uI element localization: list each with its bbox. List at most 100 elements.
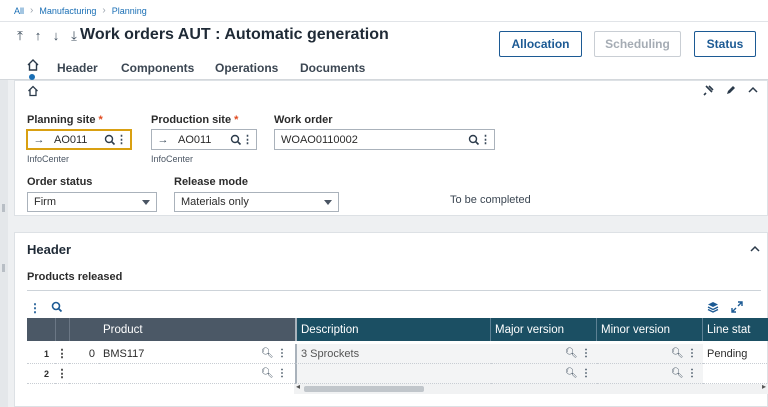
production-site-label: Production site * [151, 114, 239, 126]
search-icon[interactable]: 🔍︎ [565, 368, 578, 379]
card-toolbar [703, 84, 759, 96]
chevron-right-icon: › [30, 5, 34, 16]
scroll-left-icon[interactable]: ◂ [296, 382, 300, 391]
home-icon[interactable] [26, 58, 40, 72]
major-version-cell[interactable]: 🔍︎ ⋮ [491, 364, 597, 384]
completion-status-text: To be completed [450, 194, 531, 206]
column-major-version[interactable]: Major version [491, 318, 597, 341]
product-cell[interactable]: BMS117 🔍︎ ⋮ [99, 344, 295, 364]
tab-components[interactable]: Components [121, 61, 194, 75]
production-site-field[interactable]: → AO011 ⋮ [151, 129, 257, 150]
arrow-right-icon[interactable]: → [156, 134, 170, 146]
more-icon[interactable]: ⋮ [277, 348, 287, 359]
last-record-icon[interactable]: ⤓ [68, 28, 80, 44]
subsection-title: Products released [27, 271, 123, 283]
side-panel-edge [0, 80, 8, 407]
previous-record-icon[interactable]: ↑ [32, 28, 44, 44]
search-icon[interactable]: 🔍︎ [565, 348, 578, 359]
grid-toolbar-right [707, 301, 743, 313]
search-icon[interactable]: 🔍︎ [671, 348, 684, 359]
search-icon[interactable] [468, 134, 480, 146]
chevron-up-icon[interactable] [747, 84, 759, 96]
work-order-field[interactable]: WOAO0110002 ⋮ [274, 129, 495, 150]
breadcrumb: All › Manufacturing › Planning [0, 0, 768, 22]
resize-handle[interactable] [2, 204, 5, 212]
tab-header[interactable]: Header [57, 61, 98, 75]
section-title: Header [27, 242, 72, 257]
more-icon[interactable]: ⋮ [277, 368, 287, 379]
search-icon[interactable] [104, 134, 116, 146]
home-icon[interactable] [27, 85, 39, 97]
page-title: Work orders AUT : Automatic generation [80, 26, 389, 43]
horizontal-scrollbar[interactable]: ◂ ▸ [294, 382, 768, 394]
more-icon[interactable]: ⋮ [242, 133, 253, 146]
order-status-label: Order status [27, 176, 93, 188]
next-record-icon[interactable]: ↓ [50, 28, 62, 44]
more-icon[interactable]: ⋮ [116, 133, 127, 146]
record-navigation: ⤒ ↑ ↓ ⤓ [14, 28, 80, 44]
tab-bar: Header Components Operations Documents [0, 58, 768, 80]
more-icon[interactable]: ⋮ [687, 368, 697, 379]
search-icon[interactable]: 🔍︎ [671, 368, 684, 379]
breadcrumb-item-planning[interactable]: Planning [112, 6, 147, 16]
order-status-select[interactable]: Firm [27, 192, 157, 212]
more-icon[interactable]: ⋮ [581, 368, 591, 379]
planning-site-description: InfoCenter [27, 154, 70, 164]
major-version-cell[interactable]: 🔍︎ ⋮ [491, 344, 597, 364]
more-icon[interactable]: ⋮ [687, 348, 697, 359]
minor-version-cell[interactable]: 🔍︎ ⋮ [597, 364, 703, 384]
column-line-status[interactable]: Line stat [703, 318, 768, 341]
tab-documents[interactable]: Documents [300, 61, 365, 75]
arrow-right-icon[interactable]: → [32, 134, 46, 146]
pin-icon[interactable] [703, 84, 715, 96]
status-button[interactable]: Status [694, 31, 756, 57]
search-icon[interactable] [230, 134, 242, 146]
breadcrumb-item-all[interactable]: All [14, 6, 24, 16]
table-row[interactable]: 2 ⋮ 🔍︎ ⋮ 🔍︎ ⋮ 🔍︎ ⋮ [27, 364, 768, 384]
scroll-right-icon[interactable]: ▸ [762, 382, 766, 391]
expand-icon[interactable] [731, 301, 743, 313]
column-minor-version[interactable]: Minor version [597, 318, 703, 341]
more-icon[interactable]: ⋮ [55, 344, 69, 364]
product-cell[interactable]: 🔍︎ ⋮ [99, 364, 295, 384]
first-record-icon[interactable]: ⤒ [14, 28, 26, 44]
layers-icon[interactable] [707, 301, 719, 313]
chevron-down-icon[interactable] [142, 200, 150, 205]
more-icon[interactable]: ⋮ [581, 348, 591, 359]
scrollbar-thumb[interactable] [304, 386, 424, 392]
tab-operations[interactable]: Operations [215, 61, 278, 75]
more-icon[interactable]: ⋮ [480, 133, 491, 146]
divider [27, 290, 761, 291]
row-number-header [27, 318, 55, 341]
planning-site-field[interactable]: → AO011 ⋮ [26, 129, 132, 150]
minor-version-cell[interactable]: 🔍︎ ⋮ [597, 344, 703, 364]
header-form-card: Planning site * → AO011 ⋮ InfoCenter Pro… [14, 80, 768, 216]
allocation-button[interactable]: Allocation [499, 31, 582, 57]
chevron-up-icon[interactable] [749, 243, 761, 255]
column-description[interactable]: Description [295, 318, 491, 341]
resize-handle[interactable] [2, 264, 5, 272]
edit-icon[interactable] [725, 84, 737, 96]
line-status-cell: Pending [703, 344, 768, 364]
release-mode-label: Release mode [174, 176, 248, 188]
table-header: Product Description Major version Minor … [27, 318, 768, 341]
chevron-down-icon[interactable] [324, 200, 332, 205]
row-index-header [69, 318, 99, 341]
search-icon[interactable] [51, 301, 63, 313]
search-icon[interactable]: 🔍︎ [261, 368, 274, 379]
search-icon[interactable]: 🔍︎ [261, 348, 274, 359]
breadcrumb-item-manufacturing[interactable]: Manufacturing [39, 6, 96, 16]
grid-toolbar: ⋮ [29, 301, 63, 315]
more-icon[interactable]: ⋮ [29, 301, 41, 315]
production-site-description: InfoCenter [151, 154, 194, 164]
products-released-card: Header Products released ⋮ Product Descr… [14, 232, 768, 407]
release-mode-select[interactable]: Materials only [174, 192, 339, 212]
column-product[interactable]: Product [99, 318, 295, 341]
more-icon[interactable]: ⋮ [55, 364, 69, 384]
table-row[interactable]: 1 ⋮ 0 BMS117 🔍︎ ⋮ 3 Sprockets 🔍︎ ⋮ 🔍︎ ⋮ … [27, 344, 768, 364]
work-order-label: Work order [274, 114, 333, 126]
description-cell [295, 364, 491, 384]
planning-site-label: Planning site * [27, 114, 103, 126]
description-cell: 3 Sprockets [295, 344, 491, 364]
scheduling-button[interactable]: Scheduling [594, 31, 681, 57]
